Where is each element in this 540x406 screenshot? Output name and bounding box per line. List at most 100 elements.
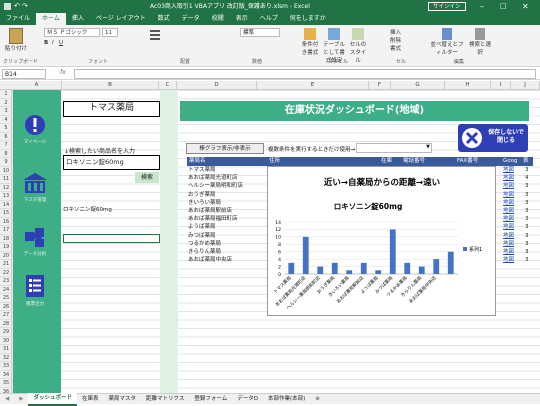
row-header[interactable]: 17 [0,226,12,235]
table-row-name[interactable]: きいろい薬局 [188,199,221,207]
row-header[interactable]: 7 [0,141,12,150]
row-header[interactable]: 32 [0,354,12,362]
row-header[interactable]: 1 [0,90,12,99]
column-header[interactable]: F [369,81,391,90]
row-header[interactable]: 34 [0,371,12,379]
column-header[interactable]: J [511,81,540,90]
function-icon[interactable]: fx [60,69,66,76]
table-row-name[interactable]: きらりん薬局 [188,248,221,256]
find-select-button[interactable]: 検索と選択 [468,28,492,56]
alignment-controls[interactable] [150,28,210,42]
filter-dropdown[interactable]: ▼ [356,143,432,153]
ribbon-tab-8[interactable]: ヘルプ [254,13,284,25]
row-header[interactable]: 5 [0,124,12,133]
header-address[interactable]: 住所 [267,157,379,166]
row-header[interactable]: 11 [0,175,12,184]
row-header[interactable]: 20 [0,252,12,260]
row-header[interactable]: 23 [0,277,12,286]
row-header[interactable]: 2 [0,99,12,107]
row-header[interactable]: 16 [0,218,12,226]
row-header[interactable]: 33 [0,362,12,371]
formula-input[interactable] [74,69,536,79]
row-header[interactable]: 28 [0,320,12,328]
row-header[interactable]: 4 [0,116,12,124]
delete-cells-button[interactable]: 削除 [390,36,416,44]
row-header[interactable]: 12 [0,184,12,192]
header-extra[interactable]: 表 [521,157,533,166]
sort-filter-button[interactable]: 並べ替えとフィルター [430,28,464,56]
map-link[interactable]: 地図 [503,256,514,264]
stock-chart[interactable]: 近い→自薬局からの距離→遠い ロキソニン錠60mg 0 2 4 6 8 10 12 14 トマス薬局… [267,166,496,316]
row-header[interactable]: 31 [0,345,12,354]
map-link[interactable]: 地図 [503,232,514,240]
row-header[interactable]: 26 [0,303,12,311]
table-row-name[interactable]: みつば薬局 [188,232,216,240]
close-without-saving-button[interactable]: 保存しないで 閉じる [458,124,528,152]
sheet-tab[interactable]: 距離マトリクス [141,394,189,405]
row-header[interactable]: 24 [0,286,12,294]
row-header[interactable]: 9 [0,158,12,167]
maximize-icon[interactable]: □ [500,0,507,13]
name-box[interactable]: B14 [2,69,46,79]
ribbon-tab-7[interactable]: 表示 [230,13,254,25]
header-phone[interactable]: 電話番号 [401,157,455,166]
header-name[interactable]: 薬局名 [187,157,267,166]
minimize-icon[interactable]: – [480,0,484,13]
row-header[interactable]: 30 [0,337,12,345]
map-link[interactable]: 地図 [503,199,514,207]
table-row-name[interactable]: あおば薬局光道町店 [188,174,238,182]
sign-in-button[interactable]: サインイン [428,2,466,11]
search-input[interactable]: ロキソニン錠60mg [63,155,160,170]
column-header[interactable]: C [159,81,177,90]
sheet-tab[interactable]: 本部作業(本部) [263,394,310,405]
conditional-format-button[interactable]: 条件付き書式 [300,28,320,64]
map-link[interactable]: 地図 [503,182,514,190]
toggle-chart-button[interactable]: 棒グラフ表示/非表示 [186,143,264,154]
bold-button[interactable]: B [44,40,48,46]
table-row-name[interactable]: あおば薬局中央店 [188,256,232,264]
table-row-name[interactable]: つるかめ薬局 [188,240,221,248]
table-row-name[interactable]: ようば薬局 [188,223,216,231]
header-fax[interactable]: FAX番号 [455,157,501,166]
table-row-name[interactable]: あおば薬局駅前店 [188,207,232,215]
undo-icon[interactable]: ↶ [14,0,20,13]
ribbon-tab-0[interactable]: ファイル [0,13,36,25]
active-cell[interactable] [63,234,160,243]
sheet-tab[interactable]: 薬局マスタ [104,394,142,405]
row-header[interactable]: 6 [0,133,12,141]
row-header[interactable]: 3 [0,107,12,116]
row-header[interactable]: 18 [0,235,12,243]
column-header[interactable]: G [391,81,445,90]
row-header[interactable]: 21 [0,260,12,269]
autosave-icon[interactable] [4,3,11,10]
map-link[interactable]: 地図 [503,240,514,248]
sheet-tab[interactable]: 登録フォーム [189,394,232,405]
font-name-select[interactable]: ＭＳ Ｐゴシック [44,28,100,37]
row-header[interactable]: 19 [0,243,12,252]
ribbon-tab-2[interactable]: 挿入 [66,13,90,25]
column-header[interactable]: I [491,81,511,90]
map-link[interactable]: 地図 [503,166,514,174]
header-stock[interactable]: 在庫 [379,157,401,166]
sidebar-item-mypage[interactable]: マイページ [21,114,49,145]
table-row-name[interactable]: おうぎ薬局 [188,191,216,199]
sidebar-item-master[interactable]: マスタ管理 [21,172,49,203]
redo-icon[interactable]: ↷ [22,0,28,13]
ribbon-tab-4[interactable]: 数式 [152,13,176,25]
ribbon-tab-6[interactable]: 校閲 [206,13,230,25]
map-link[interactable]: 地図 [503,207,514,215]
prev-sheet-icon[interactable]: ◀ [0,394,14,405]
column-header[interactable]: A [12,81,62,90]
store-name-cell[interactable]: トマス薬局 [63,101,160,117]
column-header[interactable]: B [62,81,159,90]
row-header[interactable]: 10 [0,167,12,175]
font-size-select[interactable]: 11 [102,28,118,37]
sheet-tab[interactable]: 在庫表 [77,394,104,405]
search-button[interactable]: 検索 [135,172,159,183]
ribbon-tab-1[interactable]: ホーム [36,13,66,25]
insert-cells-button[interactable]: 挿入 [390,28,416,36]
italic-button[interactable]: I [52,40,54,46]
column-header[interactable]: D [177,81,257,90]
column-header[interactable]: E [257,81,369,90]
table-row-name[interactable]: あおば薬局福田町店 [188,215,238,223]
